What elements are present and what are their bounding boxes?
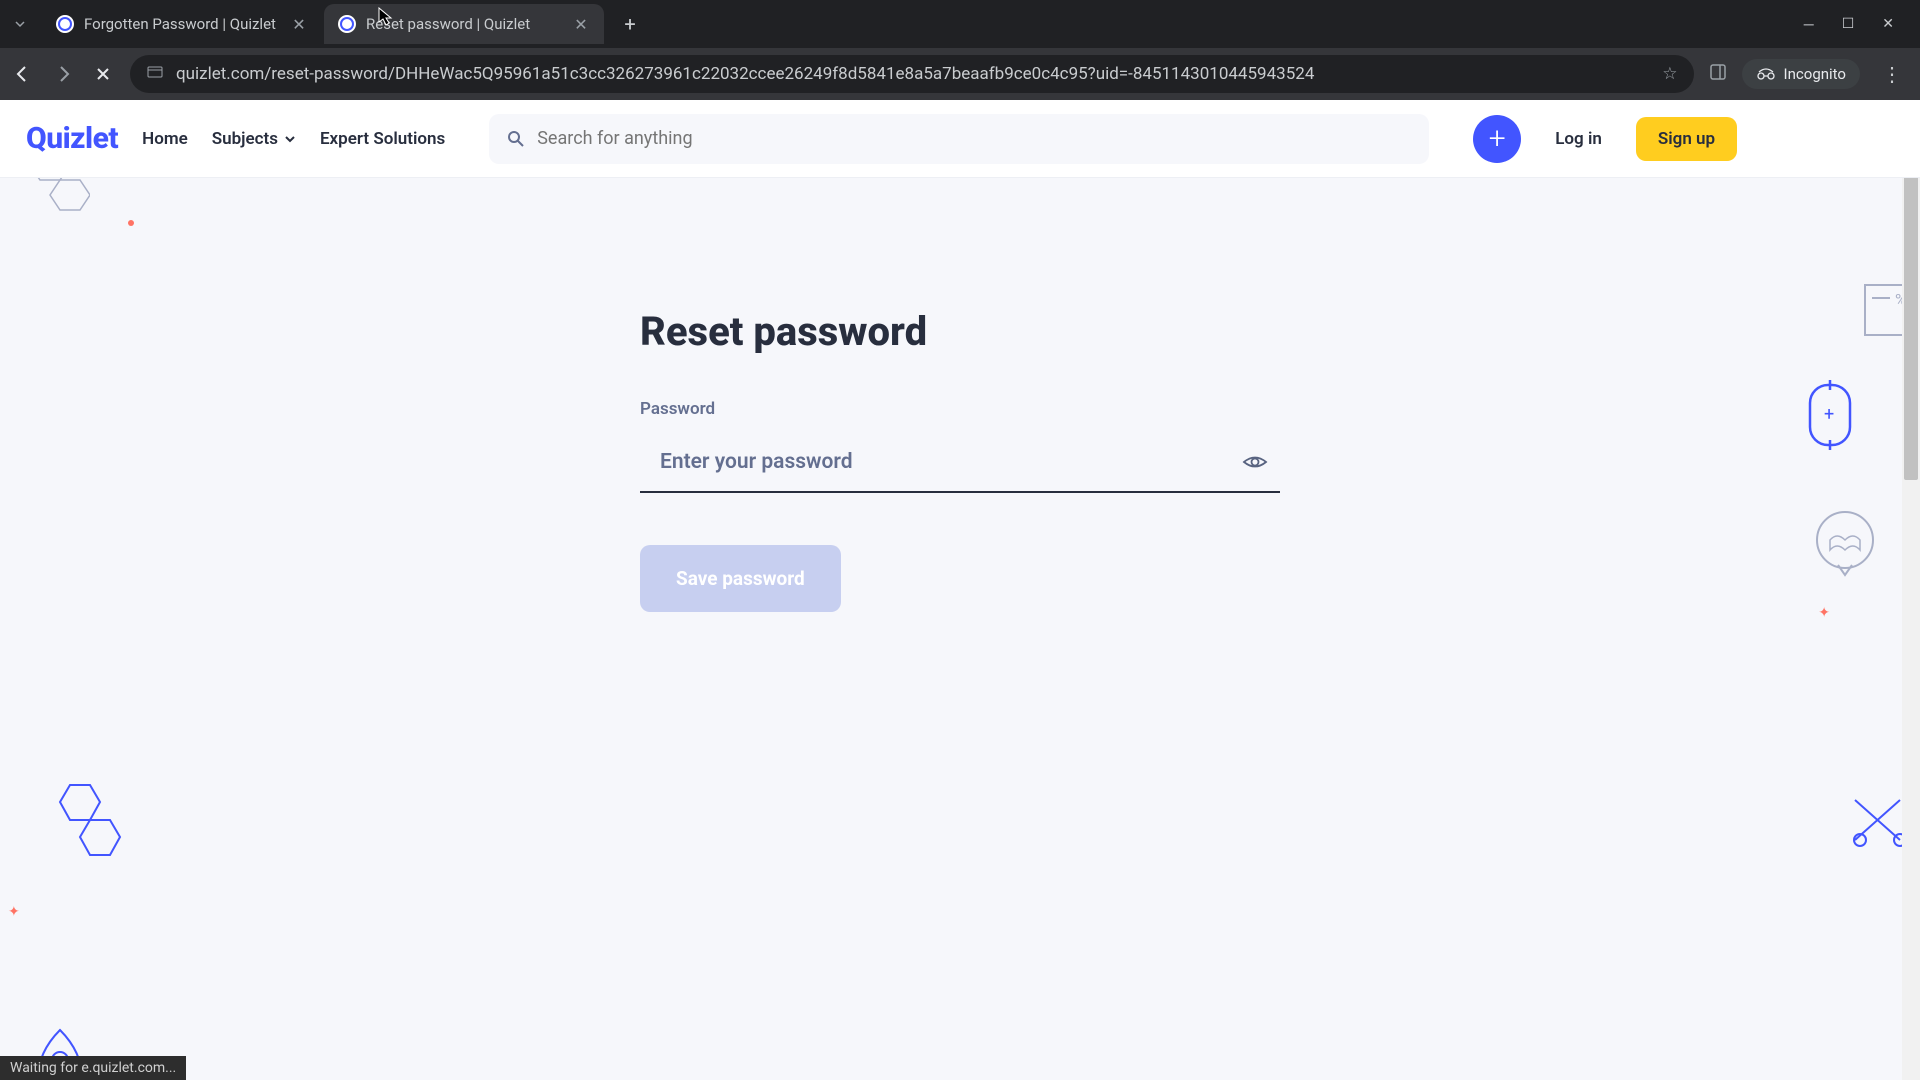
- status-bar: Waiting for e.quizlet.com...: [0, 1056, 186, 1080]
- close-window-button[interactable]: ✕: [1882, 16, 1894, 33]
- chevron-down-icon: [284, 133, 296, 145]
- search-icon: [507, 130, 525, 148]
- browser-tab[interactable]: Forgotten Password | Quizlet ✕: [42, 4, 322, 44]
- mouse-cursor: [378, 7, 394, 27]
- incognito-icon: [1756, 66, 1776, 82]
- tab-title: Forgotten Password | Quizlet: [84, 15, 280, 33]
- password-label: Password: [640, 399, 1280, 419]
- decoration-scissors: [1850, 790, 1910, 850]
- incognito-badge[interactable]: Incognito: [1742, 59, 1860, 89]
- decoration-dot: [128, 220, 134, 226]
- tab-title: Reset password | Quizlet: [366, 15, 562, 33]
- browser-tab[interactable]: Reset password | Quizlet ✕: [324, 4, 604, 44]
- window-controls: ─ ☐ ✕: [1804, 16, 1912, 33]
- create-button[interactable]: +: [1473, 115, 1521, 163]
- page-title: Reset password: [640, 308, 1280, 355]
- forward-button[interactable]: [50, 61, 76, 87]
- nav-home[interactable]: Home: [142, 129, 188, 149]
- toggle-password-visibility[interactable]: [1240, 447, 1270, 477]
- back-button[interactable]: [10, 61, 36, 87]
- decoration-molecule: [45, 780, 135, 880]
- search-bar[interactable]: [489, 114, 1429, 164]
- scrollbar[interactable]: [1902, 100, 1920, 1080]
- quizlet-favicon: [56, 15, 74, 33]
- url-text: quizlet.com/reset-password/DHHeWac5Q9596…: [176, 64, 1650, 84]
- browser-menu-button[interactable]: ⋮: [1874, 62, 1910, 86]
- decoration-star: ✦: [8, 904, 20, 920]
- reset-password-form: Reset password Password Save password: [640, 308, 1280, 612]
- tab-strip: Forgotten Password | Quizlet ✕ Reset pas…: [0, 0, 1920, 48]
- page-content: Quizlet Home Subjects Expert Solutions +…: [0, 100, 1920, 1080]
- new-tab-button[interactable]: +: [614, 8, 646, 40]
- close-icon[interactable]: ✕: [572, 15, 590, 33]
- login-link[interactable]: Log in: [1545, 129, 1612, 149]
- bookmark-icon[interactable]: ☆: [1662, 64, 1677, 84]
- signup-button[interactable]: Sign up: [1636, 117, 1737, 161]
- password-field-row: [640, 447, 1280, 493]
- side-panel-icon[interactable]: [1708, 62, 1728, 86]
- eye-icon: [1242, 449, 1268, 475]
- address-bar: quizlet.com/reset-password/DHHeWac5Q9596…: [0, 48, 1920, 100]
- maximize-button[interactable]: ☐: [1842, 16, 1855, 33]
- nav-subjects[interactable]: Subjects: [212, 129, 296, 149]
- site-header: Quizlet Home Subjects Expert Solutions +…: [0, 100, 1920, 178]
- stop-reload-button[interactable]: [90, 61, 116, 87]
- close-icon[interactable]: ✕: [290, 15, 308, 33]
- url-field[interactable]: quizlet.com/reset-password/DHHeWac5Q9596…: [130, 55, 1694, 93]
- minimize-button[interactable]: ─: [1804, 16, 1814, 33]
- quizlet-favicon: [338, 15, 356, 33]
- password-input[interactable]: [640, 450, 1240, 474]
- tab-search-dropdown[interactable]: [8, 12, 32, 36]
- quizlet-logo[interactable]: Quizlet: [26, 121, 118, 156]
- site-info-icon[interactable]: [146, 63, 164, 86]
- incognito-label: Incognito: [1784, 65, 1846, 83]
- nav-expert-solutions[interactable]: Expert Solutions: [320, 129, 445, 149]
- search-input[interactable]: [537, 128, 1411, 149]
- save-password-button[interactable]: Save password: [640, 545, 841, 612]
